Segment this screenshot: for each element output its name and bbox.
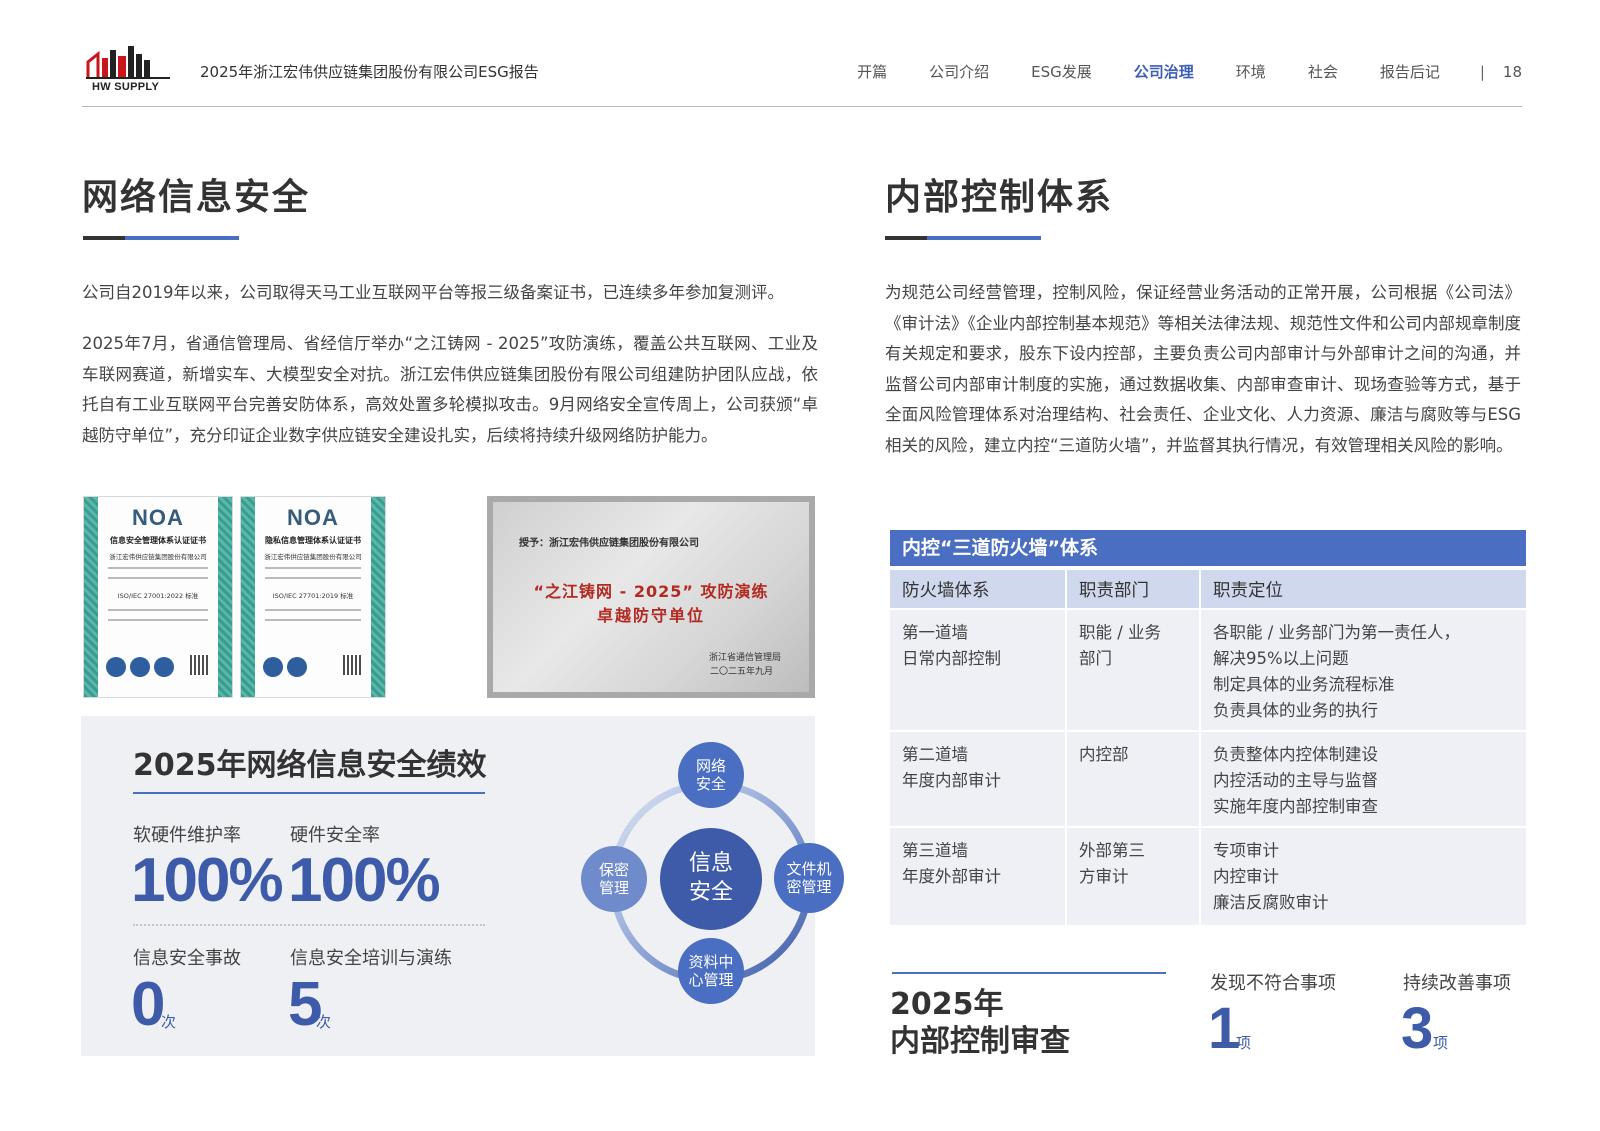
metric-label-training: 信息安全培训与演练 [290, 948, 452, 969]
cert-name: 隐私信息管理体系认证证书 [265, 536, 361, 545]
table-row: 第一道墙 日常内部控制 职能 / 业务 部门 各职能 / 业务部门为第一责任人，… [890, 608, 1526, 731]
title-underline [885, 236, 1041, 240]
column-header-dept: 职责部门 [1066, 570, 1201, 609]
paragraph-drill: 2025年7月，省通信管理局、省经信厅举办“之江铸网 - 2025”攻防演练，覆… [82, 334, 818, 445]
nav-item-company-intro[interactable]: 公司介绍 [929, 61, 989, 82]
top-nav: 开篇 公司介绍 ESG发展 公司治理 环境 社会 报告后记 | 18 [815, 61, 1522, 82]
performance-title-underline [133, 792, 485, 794]
audit-unit-improvements: 项 [1433, 1034, 1449, 1052]
plaque-honor: 卓越防守单位 [596, 606, 705, 625]
table-cell-role: 负责整体内控体制建设 内控活动的主导与监督 实施年度内部控制审查 [1200, 730, 1526, 827]
cert-accreditation-badges [106, 657, 174, 677]
cert-company: 浙江宏伟供应链集团股份有限公司 [109, 553, 207, 561]
audit-unit-nonconformities: 项 [1236, 1034, 1252, 1052]
metric-label-maintenance: 软硬件维护率 [133, 825, 241, 846]
cert-standard: ISO/IEC 27701:2019 标准 [272, 592, 354, 600]
performance-title: 2025年网络信息安全绩效 [133, 748, 487, 783]
report-title: 2025年浙江宏伟供应链集团股份有限公司ESG报告 [200, 63, 539, 81]
paragraph-intro: 公司自2019年以来，公司取得天马工业互联网平台等报三级备案证书，已连续多年参加… [82, 283, 784, 302]
metric-unit-training: 次 [316, 1013, 332, 1031]
audit-value-improvements: 3 [1401, 996, 1434, 1061]
table-cell-dept: 外部第三 方审计 [1066, 826, 1201, 925]
table-cell-role: 各职能 / 业务部门为第一责任人， 解决95%以上问题 制定具体的业务流程标准 … [1200, 608, 1526, 731]
maaf-badge-icon [287, 657, 307, 677]
section-title-network-security: 网络信息安全 [82, 177, 311, 218]
audit-title-rule [892, 972, 1166, 974]
table-row: 第三道墙 年度外部审计 外部第三 方审计 专项审计 内控审计 廉洁反腐败审计 [890, 826, 1526, 925]
metrics-divider [133, 924, 485, 926]
audit-label-improvements: 持续改善事项 [1403, 973, 1511, 994]
nav-item-esg-development[interactable]: ESG发展 [1031, 61, 1092, 82]
table-cell-system: 第一道墙 日常内部控制 [890, 608, 1067, 731]
table-cell-system: 第三道墙 年度外部审计 [890, 826, 1067, 925]
page-number: 18 [1502, 62, 1522, 81]
firewall-table: 防火墙体系 职责部门 职责定位 第一道墙 日常内部控制 职能 / 业务 部门 各… [890, 570, 1526, 925]
metric-unit-incidents: 次 [161, 1013, 177, 1031]
metric-value-hardware: 100% [288, 846, 441, 915]
security-performance-panel: 2025年网络信息安全绩效 软硬件维护率 100% 硬件安全率 100% 信息安… [81, 716, 844, 1056]
iaf-badge-icon [130, 657, 150, 677]
column-header-system: 防火墙体系 [890, 570, 1067, 609]
metric-label-hardware: 硬件安全率 [290, 825, 380, 846]
cnas-badge-icon [154, 657, 174, 677]
accreditation-badge-icon [263, 657, 283, 677]
page-header: HW SUPPLY 2025年浙江宏伟供应链集团股份有限公司ESG报告 开篇 公… [82, 38, 1522, 108]
plaque-event: “之江铸网 - 2025” 攻防演练 [533, 582, 769, 601]
audit-label-nonconformities: 发现不符合事项 [1210, 973, 1336, 994]
plaque-issuer: 浙江省通信管理局 [708, 653, 781, 663]
cert-standard: ISO/IEC 27001:2022 标准 [117, 592, 199, 600]
paragraph-internal-control: 为规范公司经营管理，控制风险，保证经营业务活动的正常开展，公司根据《公司法》《审… [885, 283, 1521, 455]
plaque-recipient: 授予：浙江宏伟供应链集团股份有限公司 [519, 538, 699, 549]
cert-company: 浙江宏伟供应链集团股份有限公司 [264, 553, 362, 561]
nav-item-governance[interactable]: 公司治理 [1134, 61, 1194, 82]
table-header-row: 防火墙体系 职责部门 职责定位 [890, 570, 1526, 609]
certificate-isms: NOA 信息安全管理体系认证证书 浙江宏伟供应链集团股份有限公司 ISO/IEC… [83, 496, 233, 698]
table-cell-dept: 职能 / 业务 部门 [1066, 608, 1201, 731]
diagram-node-secrecy: 保密 管理 [581, 846, 647, 912]
diagram-node-network-security: 网络 安全 [678, 742, 744, 808]
column-header-role: 职责定位 [1200, 570, 1526, 609]
metric-label-incidents: 信息安全事故 [133, 948, 241, 969]
cert-accreditation-badges [263, 657, 307, 677]
cert-name: 信息安全管理体系认证证书 [110, 536, 206, 545]
nav-item-opening[interactable]: 开篇 [857, 61, 887, 82]
diagram-node-file-confidentiality: 文件机 密管理 [774, 843, 844, 913]
qr-code-icon [190, 655, 210, 675]
table-cell-role: 专项审计 内控审计 廉洁反腐败审计 [1200, 826, 1526, 925]
diagram-node-data-center: 资料中 心管理 [678, 938, 744, 1004]
table-cell-dept: 内控部 [1066, 730, 1201, 827]
nav-separator: | [1479, 62, 1485, 81]
table-cell-system: 第二道墙 年度内部审计 [890, 730, 1067, 827]
metric-value-maintenance: 100% [131, 846, 284, 915]
qr-code-icon [343, 655, 363, 675]
header-divider [82, 106, 1522, 107]
cert-logo: NOA [287, 505, 339, 530]
award-plaque: 授予：浙江宏伟供应链集团股份有限公司 “之江铸网 - 2025” 攻防演练 卓越… [487, 496, 815, 698]
diagram-center-info-security: 信息 安全 [660, 828, 762, 930]
nav-item-society[interactable]: 社会 [1308, 61, 1338, 82]
cert-logo: NOA [132, 505, 184, 530]
certificate-pims: NOA 隐私信息管理体系认证证书 浙江宏伟供应链集团股份有限公司 ISO/IEC… [240, 496, 386, 698]
accreditation-badge-icon [106, 657, 126, 677]
plaque-date: 二〇二五年九月 [709, 667, 773, 677]
company-logo[interactable]: HW SUPPLY [82, 44, 172, 94]
security-diagram: 网络 安全 文件机 密管理 资料中 心管理 保密 管理 信息 安全 [581, 732, 844, 1032]
logo-text: HW SUPPLY [92, 81, 160, 93]
nav-item-afterword[interactable]: 报告后记 [1380, 61, 1440, 82]
table-row: 第二道墙 年度内部审计 内控部 负责整体内控体制建设 内控活动的主导与监督 实施… [890, 730, 1526, 827]
logo-mark-icon [86, 46, 170, 79]
title-underline [83, 236, 239, 240]
section-title-internal-control: 内部控制体系 [885, 177, 1114, 218]
metric-value-incidents: 0 [131, 970, 166, 1039]
table-caption: 内控“三道防火墙”体系 [890, 530, 1526, 566]
nav-item-environment[interactable]: 环境 [1236, 61, 1266, 82]
audit-title: 2025年 内部控制审查 [890, 987, 1070, 1059]
